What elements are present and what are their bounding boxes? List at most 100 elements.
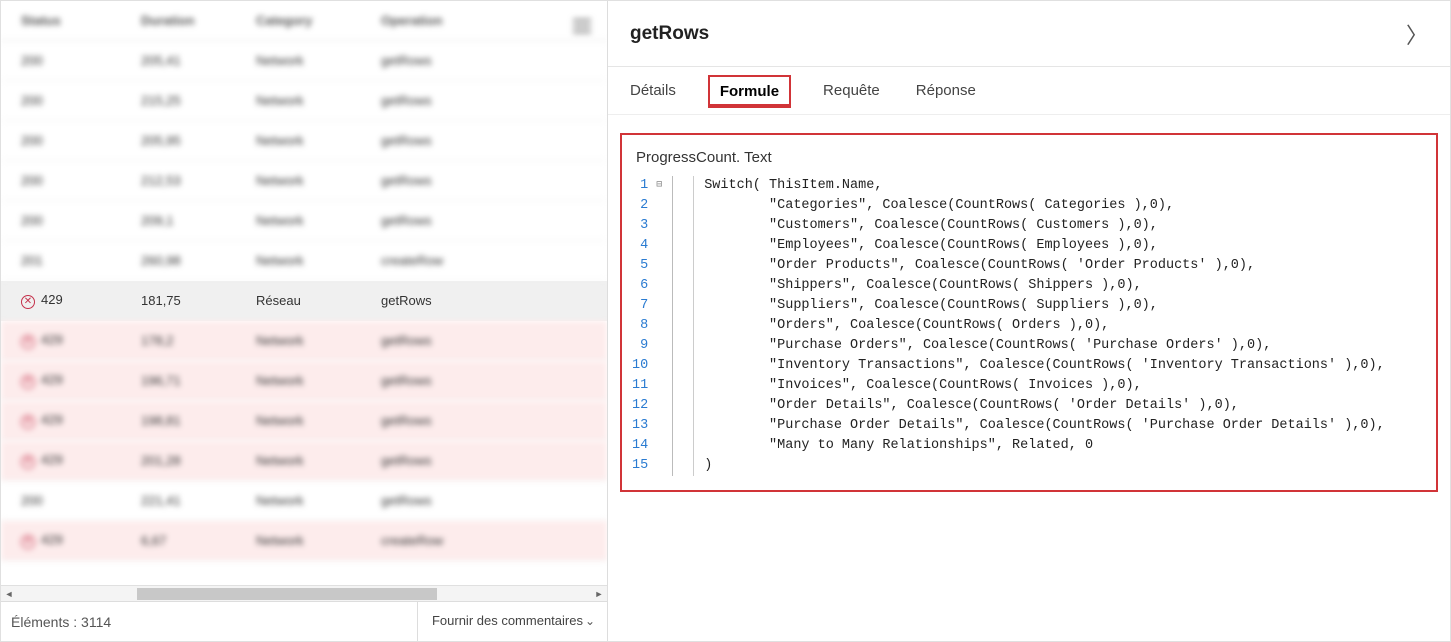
cell-operation: getRows bbox=[381, 53, 597, 68]
cell-status: ✕429 bbox=[21, 452, 141, 469]
table-row[interactable]: 200205,41NetworkgetRows bbox=[1, 41, 607, 81]
cell-status: 200 bbox=[21, 53, 141, 68]
cell-operation: getRows bbox=[381, 453, 597, 468]
table-row[interactable]: ✕429196,71NetworkgetRows bbox=[1, 361, 607, 401]
detail-header: getRows 〉 bbox=[608, 1, 1450, 67]
cell-duration: 215,25 bbox=[141, 93, 256, 108]
detail-title: getRows bbox=[630, 23, 709, 45]
cell-operation: getRows bbox=[381, 173, 597, 188]
elements-value: 3114 bbox=[81, 614, 111, 630]
tab-response[interactable]: Réponse bbox=[912, 72, 980, 109]
scroll-track[interactable] bbox=[17, 587, 591, 601]
cell-duration: 6,67 bbox=[141, 533, 256, 548]
error-icon: ✕ bbox=[21, 535, 35, 549]
table-row[interactable]: 200209,1NetworkgetRows bbox=[1, 201, 607, 241]
table-row[interactable]: 200205,95NetworkgetRows bbox=[1, 121, 607, 161]
collapse-chevron-icon[interactable]: 〉 bbox=[1406, 18, 1428, 50]
column-menu-button[interactable] bbox=[567, 9, 597, 33]
cell-operation: getRows bbox=[381, 413, 597, 428]
error-icon: ✕ bbox=[21, 295, 35, 309]
cell-category: Network bbox=[256, 333, 381, 348]
code-lines[interactable]: Switch( ThisItem.Name, "Categories", Coa… bbox=[698, 176, 1385, 476]
table-row[interactable]: 200221,41NetworkgetRows bbox=[1, 481, 607, 521]
cell-status: 200 bbox=[21, 173, 141, 188]
cell-duration: 209,1 bbox=[141, 213, 256, 228]
cell-duration: 201,28 bbox=[141, 453, 256, 468]
cell-duration: 181,75 bbox=[141, 293, 256, 308]
cell-category: Network bbox=[256, 53, 381, 68]
cell-status: ✕429 bbox=[21, 332, 141, 349]
table-footer: Éléments : 3114 Fournir des commentaires… bbox=[1, 601, 607, 641]
error-icon: ✕ bbox=[21, 335, 35, 349]
cell-duration: 260,98 bbox=[141, 253, 256, 268]
cell-category: Network bbox=[256, 453, 381, 468]
cell-operation: getRows bbox=[381, 93, 597, 108]
formula-code-area: ProgressCount. Text 12345678910111213141… bbox=[620, 133, 1438, 492]
cell-duration: 212,53 bbox=[141, 173, 256, 188]
error-icon: ✕ bbox=[21, 455, 35, 469]
elements-count: Éléments : 3114 bbox=[1, 602, 417, 641]
cell-operation: getRows bbox=[381, 293, 597, 308]
col-header-status[interactable]: Status bbox=[21, 13, 141, 28]
elements-label: Éléments : bbox=[11, 614, 77, 630]
cell-status: 200 bbox=[21, 133, 141, 148]
cell-operation: getRows bbox=[381, 133, 597, 148]
col-header-category[interactable]: Category bbox=[256, 13, 381, 28]
cell-operation: getRows bbox=[381, 213, 597, 228]
cell-category: Network bbox=[256, 253, 381, 268]
cell-status: 200 bbox=[21, 93, 141, 108]
cell-operation: createRow bbox=[381, 253, 597, 268]
cell-duration: 205,41 bbox=[141, 53, 256, 68]
cell-category: Network bbox=[256, 93, 381, 108]
scroll-right-arrow-icon[interactable]: ► bbox=[591, 589, 607, 599]
table-row[interactable]: ✕429178,2NetworkgetRows bbox=[1, 321, 607, 361]
code-body[interactable]: 123456789101112131415 ⊟ Switch( ThisItem… bbox=[632, 176, 1426, 476]
table-header-row: Status Duration Category Operation bbox=[1, 1, 607, 41]
formula-property-name: ProgressCount. Text bbox=[636, 149, 1422, 166]
table-row[interactable]: 201260,98NetworkcreateRow bbox=[1, 241, 607, 281]
cell-operation: getRows bbox=[381, 493, 597, 508]
detail-tabs: Détails Formule Requête Réponse bbox=[608, 67, 1450, 115]
cell-status: 201 bbox=[21, 253, 141, 268]
fold-gutter: ⊟ bbox=[656, 176, 672, 476]
detail-panel: getRows 〉 Détails Formule Requête Répons… bbox=[608, 1, 1450, 641]
feedback-button[interactable]: Fournir des commentaires ⌄ bbox=[417, 602, 607, 641]
error-icon: ✕ bbox=[21, 415, 35, 429]
table-wrap: Status Duration Category Operation 20020… bbox=[1, 1, 607, 585]
table-scroll[interactable]: 200205,41NetworkgetRows200215,25Networkg… bbox=[1, 41, 607, 585]
table-row[interactable]: ✕429181,75RéseaugetRows bbox=[1, 281, 607, 321]
line-number-gutter: 123456789101112131415 bbox=[632, 176, 656, 476]
cell-status: 200 bbox=[21, 213, 141, 228]
cell-operation: createRow bbox=[381, 533, 597, 548]
cell-duration: 178,2 bbox=[141, 333, 256, 348]
tab-details[interactable]: Détails bbox=[626, 72, 680, 109]
table-row[interactable]: ✕429198,81NetworkgetRows bbox=[1, 401, 607, 441]
monitor-table-panel: Status Duration Category Operation 20020… bbox=[1, 1, 608, 641]
tab-formula[interactable]: Formule bbox=[708, 75, 791, 108]
cell-category: Network bbox=[256, 413, 381, 428]
error-icon: ✕ bbox=[21, 375, 35, 389]
cell-category: Network bbox=[256, 533, 381, 548]
scroll-thumb[interactable] bbox=[137, 588, 437, 600]
chevron-down-icon: ⌄ bbox=[585, 615, 595, 629]
cell-category: Network bbox=[256, 213, 381, 228]
horizontal-scrollbar[interactable]: ◄ ► bbox=[1, 585, 607, 601]
cell-operation: getRows bbox=[381, 373, 597, 388]
cell-category: Network bbox=[256, 133, 381, 148]
cell-status: ✕429 bbox=[21, 412, 141, 429]
table-row[interactable]: ✕429201,28NetworkgetRows bbox=[1, 441, 607, 481]
col-header-operation[interactable]: Operation bbox=[381, 13, 567, 28]
tab-request[interactable]: Requête bbox=[819, 72, 884, 109]
cell-operation: getRows bbox=[381, 333, 597, 348]
cell-category: Network bbox=[256, 493, 381, 508]
scroll-left-arrow-icon[interactable]: ◄ bbox=[1, 589, 17, 599]
hamburger-icon bbox=[573, 19, 591, 33]
cell-duration: 205,95 bbox=[141, 133, 256, 148]
table-row[interactable]: 200215,25NetworkgetRows bbox=[1, 81, 607, 121]
col-header-duration[interactable]: Duration bbox=[141, 13, 256, 28]
cell-duration: 198,81 bbox=[141, 413, 256, 428]
cell-duration: 221,41 bbox=[141, 493, 256, 508]
table-row[interactable]: ✕4296,67NetworkcreateRow bbox=[1, 521, 607, 561]
cell-status: ✕429 bbox=[21, 372, 141, 389]
table-row[interactable]: 200212,53NetworkgetRows bbox=[1, 161, 607, 201]
